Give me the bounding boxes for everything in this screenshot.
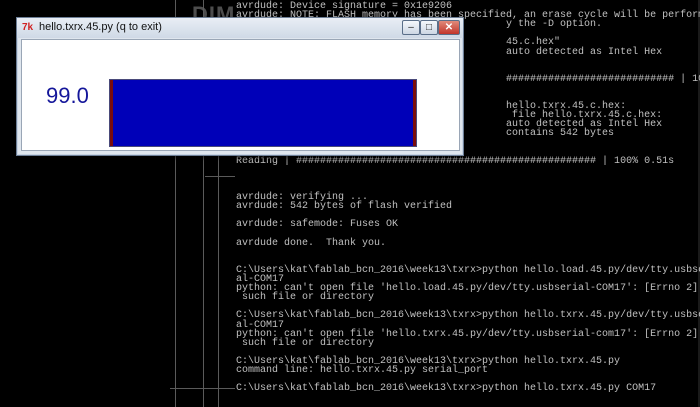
- terminal-line: C:\Users\kat\fablab_bcn_2016\week13\txrx…: [236, 264, 700, 276]
- terminal-line: C:\Users\kat\fablab_bcn_2016\week13\txrx…: [236, 310, 700, 322]
- maximize-button[interactable]: □: [420, 20, 438, 35]
- terminal-line: Reading | ##############################…: [236, 155, 675, 167]
- terminal-line: such file or directory: [236, 292, 375, 304]
- drawing-line: [170, 388, 235, 389]
- value-readout: 99.0: [46, 83, 89, 108]
- close-button[interactable]: ✕: [438, 20, 460, 35]
- terminal-line: avrdude: 542 bytes of flash verified: [236, 201, 453, 213]
- terminal-line: command line: hello.txrx.45.py serial_po…: [236, 365, 489, 376]
- progress-bar-fill: [113, 80, 413, 146]
- tk-feather-icon: 7k: [22, 22, 34, 33]
- terminal-line: avrdude done. Thank you.: [236, 237, 387, 249]
- drawing-line: [205, 176, 235, 177]
- window-titlebar[interactable]: 7k hello.txrx.45.py (q to exit) – □ ✕: [17, 18, 463, 38]
- minimize-button[interactable]: –: [402, 20, 420, 35]
- window-title: hello.txrx.45.py (q to exit): [39, 21, 162, 33]
- terminal-line: avrdude: safemode: Fuses OK: [236, 219, 399, 231]
- drawing-line: [218, 150, 219, 407]
- progress-bar: [109, 79, 417, 147]
- terminal-line: C:\Users\kat\fablab_bcn_2016\week13\txrx…: [236, 383, 657, 395]
- window-canvas: 99.0: [21, 39, 460, 151]
- tk-progress-window[interactable]: 7k hello.txrx.45.py (q to exit) – □ ✕ 99…: [16, 17, 464, 156]
- terminal-line: such file or directory: [236, 337, 375, 349]
